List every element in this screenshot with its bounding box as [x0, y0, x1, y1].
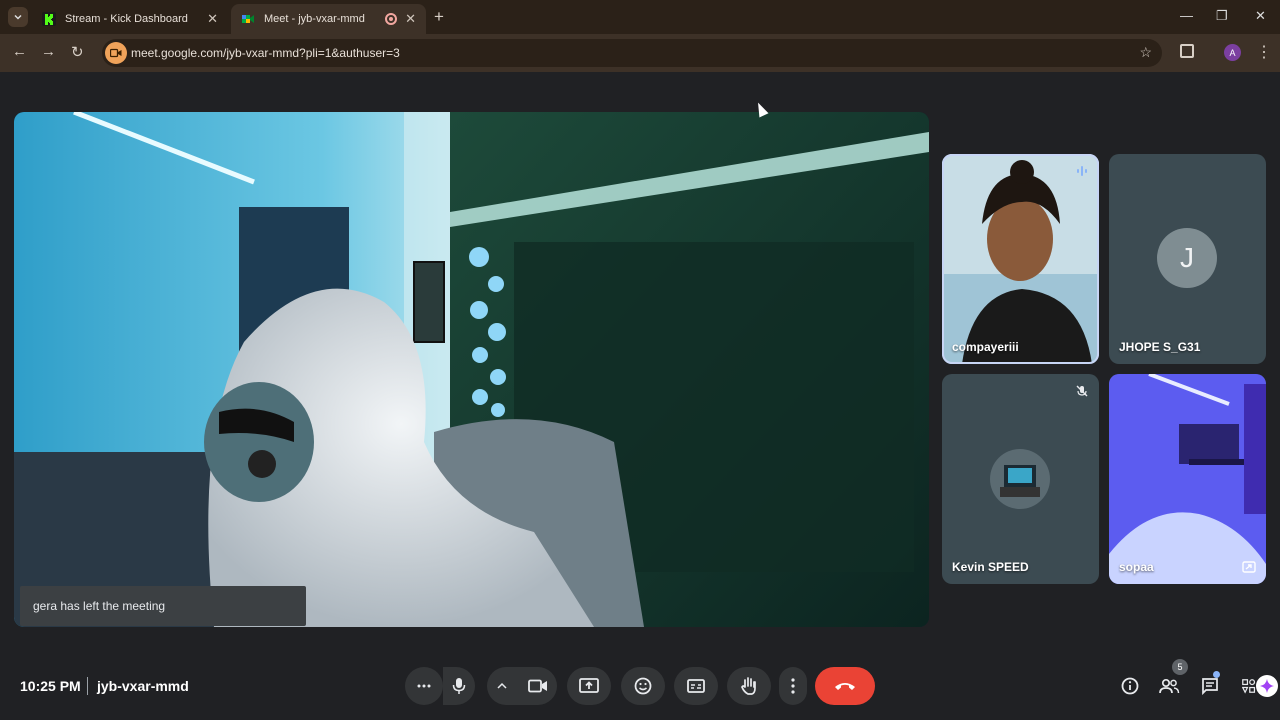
chevron-down-icon — [14, 14, 22, 20]
browser-toolbar: ← → ↻ meet.google.com/jyb-vxar-mmd?pli=1… — [0, 34, 1280, 72]
kick-logo-icon — [42, 12, 56, 26]
close-tab-icon[interactable]: ✕ — [207, 11, 218, 27]
extensions-icon[interactable] — [1180, 44, 1194, 58]
meeting-code: jyb-vxar-mmd — [97, 678, 189, 694]
url-text: meet.google.com/jyb-vxar-mmd?pli=1&authu… — [131, 46, 400, 60]
present-screen-button[interactable] — [567, 667, 611, 705]
new-tab-button[interactable]: + — [434, 7, 444, 27]
meeting-details-button[interactable] — [1119, 675, 1141, 697]
more-options-button[interactable] — [779, 667, 807, 705]
participant-tile-compayeriii[interactable]: compayeriii — [942, 154, 1099, 364]
recording-icon — [385, 13, 398, 25]
tab-title: Stream - Kick Dashboard — [65, 13, 188, 25]
speaking-indicator-icon — [1077, 166, 1087, 176]
profile-avatar[interactable]: A — [1224, 44, 1241, 61]
browser-menu-icon[interactable]: ⋮ — [1256, 42, 1272, 62]
close-window-button[interactable]: ✕ — [1255, 8, 1266, 24]
captions-button[interactable] — [674, 667, 718, 705]
meeting-time: 10:25 PM — [20, 678, 81, 694]
minimize-window-button[interactable]: — — [1180, 8, 1193, 23]
participant-avatar: J — [1157, 228, 1217, 288]
captions-icon — [687, 679, 705, 693]
participant-name: compayeriii — [952, 340, 1019, 354]
forward-arrow-icon[interactable]: → — [41, 43, 56, 60]
leave-call-button[interactable] — [815, 667, 875, 705]
bookmark-star-icon[interactable]: ☆ — [1139, 44, 1152, 61]
more-controls-button[interactable] — [405, 667, 443, 705]
back-arrow-icon[interactable]: ← — [12, 43, 27, 60]
maximize-window-button[interactable]: ❐ — [1216, 8, 1228, 24]
chevron-up-icon — [497, 682, 507, 689]
hang-up-icon — [835, 683, 855, 690]
main-video-feed[interactable] — [14, 112, 929, 627]
video-camera-icon — [528, 679, 547, 693]
pip-icon[interactable] — [1242, 560, 1256, 574]
participant-tile-sopaa[interactable]: sopaa — [1109, 374, 1266, 584]
people-icon — [1159, 678, 1180, 694]
chat-button[interactable] — [1199, 675, 1221, 697]
gemini-button[interactable] — [1256, 675, 1278, 697]
raise-hand-button[interactable] — [727, 667, 771, 705]
notification-toast: gera has left the meeting — [20, 586, 306, 626]
tab-search-button[interactable] — [8, 7, 28, 27]
present-screen-icon — [579, 678, 599, 693]
participant-name: Kevin SPEED — [952, 560, 1029, 574]
participant-avatar — [990, 449, 1050, 509]
chat-icon — [1202, 678, 1218, 695]
people-button[interactable] — [1158, 675, 1180, 697]
unread-indicator — [1213, 671, 1220, 678]
participant-count-badge: 5 — [1172, 659, 1188, 675]
browser-tab-bar: Stream - Kick Dashboard ✕ Meet - jyb-vxa… — [0, 0, 1280, 34]
activities-icon — [1242, 679, 1256, 694]
browser-tab-kick[interactable]: Stream - Kick Dashboard ✕ — [32, 4, 228, 34]
close-tab-icon[interactable]: ✕ — [405, 11, 416, 27]
reload-icon[interactable]: ↻ — [71, 43, 84, 61]
mic-muted-icon — [1076, 385, 1088, 397]
info-icon — [1121, 677, 1139, 695]
address-bar[interactable]: meet.google.com/jyb-vxar-mmd?pli=1&authu… — [102, 39, 1162, 67]
microphone-icon — [452, 678, 466, 694]
participant-tile-kevin[interactable]: Kevin SPEED — [942, 374, 1099, 584]
camera-button[interactable] — [487, 667, 557, 705]
participant-name: JHOPE S_G31 — [1119, 340, 1201, 354]
raise-hand-icon — [741, 677, 756, 695]
meet-logo-icon — [242, 15, 254, 23]
tab-title: Meet - jyb-vxar-mmd — [264, 13, 365, 25]
participant-name: sopaa — [1119, 560, 1154, 574]
participant-video — [1109, 374, 1266, 584]
participant-video — [942, 154, 1099, 364]
video-camera-icon — [110, 48, 122, 58]
emoji-icon — [634, 677, 652, 695]
participant-tile-jhope[interactable]: J JHOPE S_G31 — [1109, 154, 1266, 364]
activities-button[interactable] — [1242, 675, 1256, 697]
reactions-button[interactable] — [621, 667, 665, 705]
browser-tab-meet[interactable]: Meet - jyb-vxar-mmd ✕ — [231, 4, 426, 34]
divider — [87, 677, 88, 695]
more-vertical-icon — [791, 678, 795, 694]
camera-in-use-icon[interactable] — [105, 42, 127, 64]
sparkle-icon — [1260, 679, 1274, 693]
meet-stage: gera has left the meeting compayeriii J … — [0, 72, 1280, 720]
video-frame-image — [14, 112, 929, 627]
avatar-image — [990, 449, 1050, 509]
more-horizontal-icon — [417, 684, 431, 688]
